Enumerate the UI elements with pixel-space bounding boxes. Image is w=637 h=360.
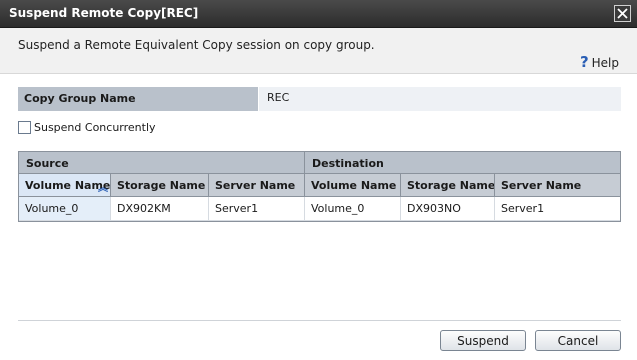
copy-group-row: Copy Group Name REC: [18, 87, 621, 111]
suspend-concurrently-option[interactable]: Suspend Concurrently: [18, 121, 156, 134]
window-title: Suspend Remote Copy[REC]: [9, 6, 199, 20]
footer-divider: [18, 320, 621, 321]
help-label: Help: [591, 55, 619, 70]
copy-group-value: REC: [258, 87, 621, 111]
title-bar: Suspend Remote Copy[REC]: [0, 0, 637, 28]
close-button[interactable]: [614, 5, 631, 22]
column-header-source-volume[interactable]: Volume Name ︽: [19, 174, 111, 196]
cell-dest-storage: DX903NO: [401, 197, 495, 220]
column-header-source-server[interactable]: Server Name: [209, 174, 305, 196]
dialog-description: Suspend a Remote Equivalent Copy session…: [18, 38, 375, 52]
group-header-source: Source: [19, 152, 305, 173]
table-row[interactable]: Volume_0 DX902KM Server1 Volume_0 DX903N…: [19, 197, 620, 221]
dialog-header: Suspend a Remote Equivalent Copy session…: [0, 28, 637, 74]
copy-session-table: Source Destination Volume Name ︽ Storage…: [18, 151, 621, 222]
suspend-concurrently-checkbox[interactable]: [18, 121, 31, 134]
cell-dest-volume: Volume_0: [305, 197, 401, 220]
cell-source-volume: Volume_0: [19, 197, 111, 220]
cancel-button[interactable]: Cancel: [535, 330, 621, 351]
column-header-dest-volume[interactable]: Volume Name: [305, 174, 401, 196]
suspend-button[interactable]: Suspend: [440, 330, 526, 351]
question-icon: ?: [579, 53, 589, 71]
cell-source-storage: DX902KM: [111, 197, 209, 220]
column-header-dest-storage[interactable]: Storage Name: [401, 174, 495, 196]
close-icon: [617, 8, 628, 19]
sort-ascending-icon: ︽: [98, 183, 108, 194]
column-header-dest-server[interactable]: Server Name: [495, 174, 620, 196]
suspend-concurrently-label: Suspend Concurrently: [34, 121, 156, 134]
table-column-header: Volume Name ︽ Storage Name Server Name V…: [19, 174, 620, 197]
table-group-header: Source Destination: [19, 152, 620, 174]
column-header-source-storage[interactable]: Storage Name: [111, 174, 209, 196]
group-header-destination: Destination: [312, 157, 384, 170]
cell-source-server: Server1: [209, 197, 305, 220]
copy-group-label: Copy Group Name: [18, 87, 258, 111]
cell-dest-server: Server1: [501, 202, 545, 215]
help-link[interactable]: ? Help: [580, 55, 619, 70]
